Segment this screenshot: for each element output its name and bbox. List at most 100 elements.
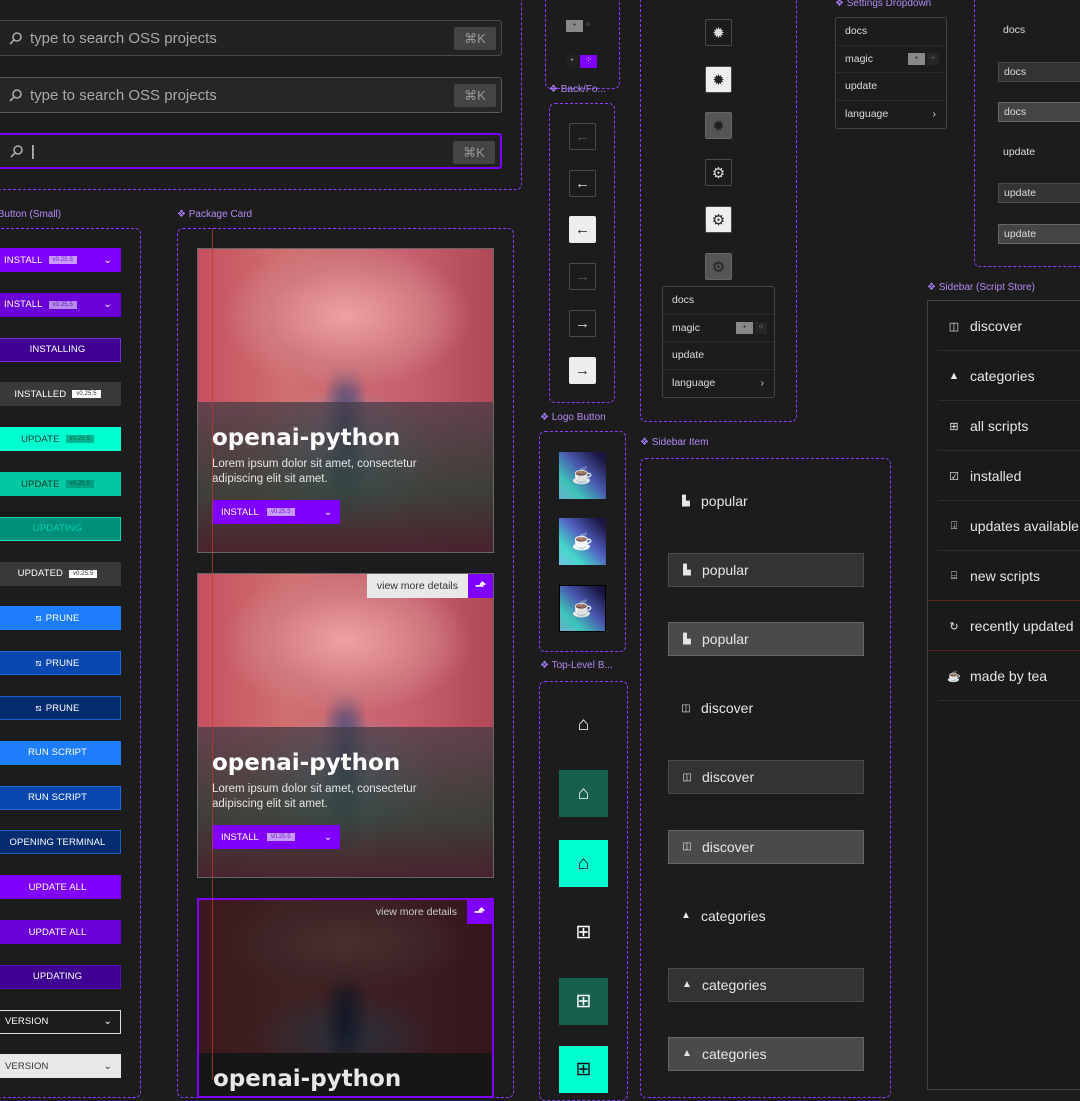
search-input-default[interactable]: type to search OSS projects ⌘K bbox=[0, 20, 502, 56]
dropdown-item-language[interactable]: language › bbox=[836, 101, 946, 129]
script-store-item-made-by-tea[interactable]: ☕ made by tea bbox=[928, 651, 1080, 701]
gear-icon: ⚙ bbox=[711, 211, 726, 229]
sidebar-item-popular-active[interactable]: ▙ popular bbox=[668, 622, 864, 657]
chevron-down-icon: ⌄ bbox=[103, 1060, 112, 1072]
package-card-hover[interactable]: view more details ⬏ openai-python Lorem i… bbox=[197, 573, 494, 878]
button-version[interactable]: VERSION ⌄ bbox=[0, 1054, 121, 1079]
button-updating[interactable]: UPDATING bbox=[0, 516, 121, 541]
search-input-hover[interactable]: type to search OSS projects ⌘K bbox=[0, 77, 502, 113]
dropdown-item-update[interactable]: update bbox=[836, 73, 946, 101]
button-install[interactable]: INSTALL v0.25.5 ⌄ bbox=[0, 248, 121, 272]
bug-button-hover[interactable]: ✹ bbox=[705, 66, 732, 93]
gear-button-active[interactable]: ⚙ bbox=[705, 253, 732, 280]
button-opening-terminal[interactable]: OPENING TERMINAL bbox=[0, 830, 121, 855]
view-more-details-button[interactable]: view more details ⬏ bbox=[366, 900, 492, 924]
dropdown-item-docs-active[interactable]: docs bbox=[998, 102, 1080, 122]
button-installed[interactable]: INSTALLED v0.25.5 bbox=[0, 382, 121, 407]
search-input-focused[interactable]: | ⌘K bbox=[0, 133, 502, 169]
dropdown-item-docs[interactable]: docs bbox=[836, 18, 946, 46]
magic-toggle-off[interactable]: • ⁘ bbox=[566, 20, 597, 32]
back-button-disabled[interactable]: ← bbox=[569, 123, 596, 150]
magic-toggle[interactable]: • ⁘ bbox=[908, 52, 939, 65]
button-label: UPDATE ALL bbox=[28, 881, 87, 893]
sidebar-item-label: popular bbox=[702, 562, 749, 579]
dropdown-item-magic[interactable]: magic • ⁘ bbox=[663, 315, 774, 342]
sidebar-item-discover-hover[interactable]: ◫ discover bbox=[668, 760, 864, 795]
forward-button-active[interactable]: → bbox=[569, 357, 596, 384]
button-updated[interactable]: UPDATED v0.25.5 bbox=[0, 561, 121, 586]
button-prune[interactable]: ⧅ PRUNE bbox=[0, 606, 121, 631]
script-store-item-categories[interactable]: ▲ categories bbox=[928, 351, 1080, 401]
home-button-active[interactable]: ⌂ bbox=[559, 840, 608, 887]
guide-line bbox=[212, 228, 213, 1080]
dropdown-item-docs[interactable]: docs bbox=[663, 287, 774, 315]
chart-icon: ▙ bbox=[683, 633, 691, 645]
gear-button-hover[interactable]: ⚙ bbox=[705, 206, 732, 233]
button-update[interactable]: UPDATE v0.25.5 bbox=[0, 472, 121, 496]
install-button[interactable]: INSTALL v0.25.5 ⌄ bbox=[212, 825, 340, 849]
grid-button[interactable]: ⊞ bbox=[559, 909, 608, 956]
forward-button-disabled[interactable]: → bbox=[569, 263, 596, 290]
dropdown-item-update-active[interactable]: update bbox=[998, 224, 1080, 244]
bug-button-active[interactable]: ✹ bbox=[705, 112, 732, 139]
dropdown-item-update-default[interactable]: update bbox=[998, 142, 1080, 162]
package-card[interactable]: openai-python Lorem ipsum dolor sit amet… bbox=[197, 248, 494, 553]
back-button-active[interactable]: ← bbox=[569, 216, 596, 243]
grid-button-hover[interactable]: ⊞ bbox=[559, 978, 608, 1025]
button-run-script[interactable]: RUN SCRIPT bbox=[0, 740, 121, 765]
forward-button[interactable]: → bbox=[569, 310, 596, 337]
grid-icon: ⊞ bbox=[575, 922, 592, 943]
sidebar-item-popular-hover[interactable]: ▙ popular bbox=[668, 553, 864, 588]
back-button[interactable]: ← bbox=[569, 170, 596, 197]
home-icon: ⌂ bbox=[577, 782, 590, 804]
sidebar-item-categories-hover[interactable]: ▲ categories bbox=[668, 967, 864, 1002]
install-button[interactable]: INSTALL v0.25.5 ⌄ bbox=[212, 500, 340, 524]
dropdown-item-update-hover[interactable]: update bbox=[998, 183, 1080, 203]
gear-button[interactable]: ⚙ bbox=[705, 159, 732, 186]
dropdown-item-docs-default[interactable]: docs bbox=[998, 20, 1080, 40]
button-prune[interactable]: ⧅ PRUNE bbox=[0, 696, 121, 720]
sidebar-item-discover-default[interactable]: ◫ discover bbox=[668, 691, 864, 725]
dropdown-item-language[interactable]: language › bbox=[663, 370, 774, 398]
dropdown-item-label: update bbox=[672, 349, 705, 362]
script-store-item-recently-updated[interactable]: ↻ recently updated bbox=[928, 601, 1080, 651]
sidebar-item-categories-active[interactable]: ▲ categories bbox=[668, 1036, 864, 1071]
magic-toggle-on[interactable]: • ⁘ bbox=[566, 55, 597, 68]
button-update-all[interactable]: UPDATE ALL bbox=[0, 920, 121, 944]
sidebar-item-categories-default[interactable]: ▲ categories bbox=[668, 899, 864, 933]
grid-icon: ⊞ bbox=[575, 991, 592, 1012]
package-card-active[interactable]: view more details ⬏ openai-python bbox=[197, 898, 494, 1098]
home-icon: ⌂ bbox=[577, 713, 590, 735]
logo-button[interactable]: ☕ bbox=[559, 452, 606, 499]
button-version[interactable]: VERSION ⌄ bbox=[0, 1009, 121, 1034]
script-store-item-new-scripts[interactable]: ⌸ new scripts bbox=[928, 551, 1080, 601]
bug-button[interactable]: ✹ bbox=[705, 19, 732, 46]
logo-button-hover[interactable]: ☕ bbox=[559, 518, 606, 565]
dropdown-item-update[interactable]: update bbox=[663, 342, 774, 370]
script-store-item-all-scripts[interactable]: ⊞ all scripts bbox=[928, 401, 1080, 451]
sidebar-item-popular-default[interactable]: ▙ popular bbox=[668, 484, 864, 518]
script-store-item-discover[interactable]: ◫ discover bbox=[928, 301, 1080, 351]
view-more-details-button[interactable]: view more details ⬏ bbox=[366, 574, 493, 598]
sidebar-item-discover-active[interactable]: ◫ discover bbox=[668, 829, 864, 864]
script-store-item-installed[interactable]: ☑ installed bbox=[928, 451, 1080, 501]
dropdown-item-docs-hover[interactable]: docs bbox=[998, 62, 1080, 82]
sidebar-item-label: popular bbox=[702, 631, 749, 648]
logo-button-active[interactable]: ☕ bbox=[559, 585, 606, 632]
home-button-hover[interactable]: ⌂ bbox=[559, 770, 608, 817]
button-installing[interactable]: INSTALLING bbox=[0, 337, 121, 362]
arrow-left-icon: ← bbox=[575, 128, 590, 145]
button-prune[interactable]: ⧅ PRUNE bbox=[0, 651, 121, 676]
magic-toggle[interactable]: • ⁘ bbox=[736, 321, 767, 334]
button-update[interactable]: UPDATE v0.25.5 bbox=[0, 427, 121, 452]
button-updating[interactable]: UPDATING bbox=[0, 964, 121, 989]
button-label: UPDATED bbox=[17, 568, 63, 580]
dropdown-item-magic[interactable]: magic • ⁘ bbox=[836, 46, 946, 73]
button-install[interactable]: INSTALL v0.25.5 ⌄ bbox=[0, 292, 121, 317]
button-update-all[interactable]: UPDATE ALL bbox=[0, 875, 121, 900]
script-store-item-updates-available[interactable]: ⍗ updates available bbox=[928, 501, 1080, 551]
button-run-script[interactable]: RUN SCRIPT bbox=[0, 785, 121, 810]
grid-button-active[interactable]: ⊞ bbox=[559, 1046, 608, 1093]
home-button[interactable]: ⌂ bbox=[559, 701, 608, 748]
arrow-right-icon: → bbox=[575, 268, 590, 285]
